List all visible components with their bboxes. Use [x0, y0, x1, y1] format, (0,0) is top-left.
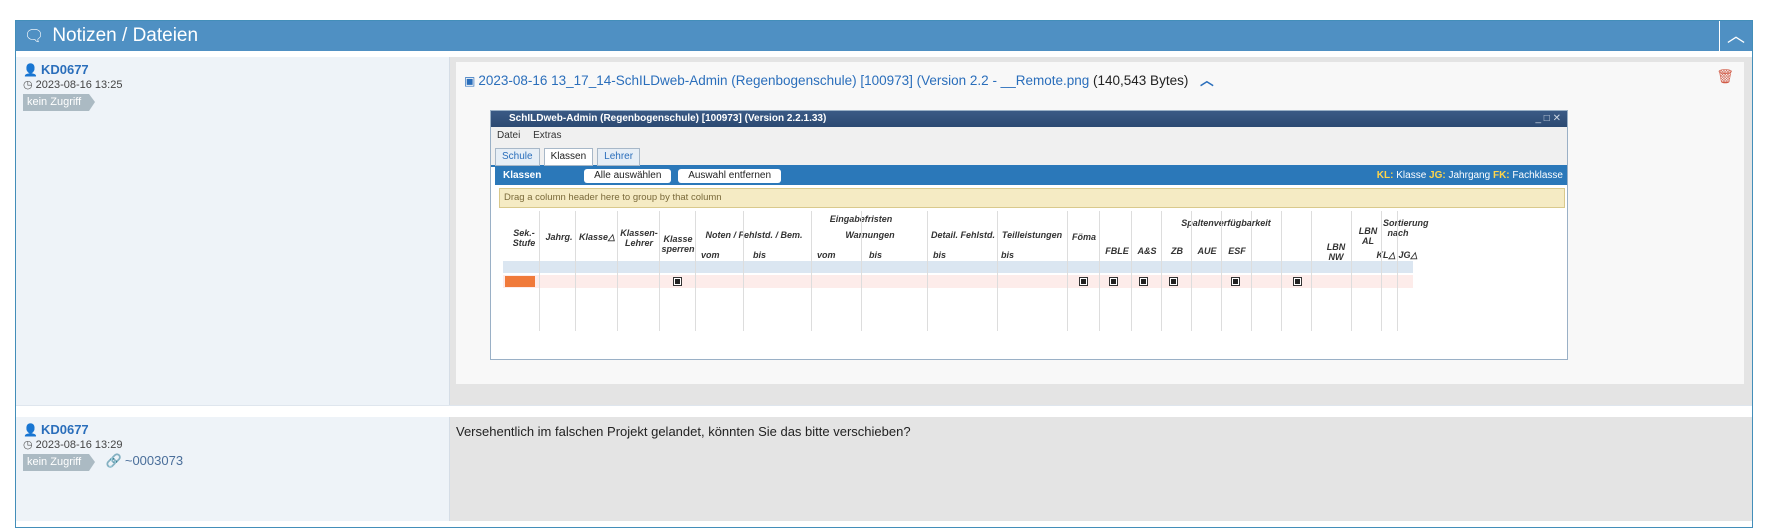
hdr-jg: JG△	[1398, 250, 1418, 260]
trash-icon[interactable]: 🗑	[1716, 68, 1734, 85]
hdr-sortierung: Sortierung nach	[1383, 218, 1429, 238]
hdr-detail: Detail. Fehlstd.	[930, 230, 995, 240]
panel-header: 🗨 Notizen / Dateien ︿	[16, 21, 1752, 51]
attachment-line: ▣ 2023-08-16 13_17_14-SchILDweb-Admin (Re…	[464, 69, 1214, 89]
hdr-esf: ESF	[1228, 246, 1246, 256]
access-badge: kein Zugriff	[23, 94, 96, 111]
preview-group-hint: Drag a column header here to group by th…	[499, 188, 1565, 208]
chevron-up-icon[interactable]: ︿	[1200, 73, 1214, 88]
hdr-kl: KL△	[1376, 250, 1396, 260]
notes-files-panel: 🗨 Notizen / Dateien ︿ 👤 KD0677 ◷ 2023-08-16…	[15, 20, 1753, 528]
user-icon: 👤	[23, 423, 38, 437]
access-badge: kein Zugriff	[23, 454, 96, 471]
hdr-jahrg: Jahrg.	[545, 232, 573, 242]
hdr-bis: bis	[1001, 250, 1015, 260]
checkbox	[1293, 277, 1302, 286]
preview-filter-row	[503, 261, 1413, 273]
hdr-warnungen: Warnungen	[845, 230, 895, 240]
note-meta: 👤 KD0677 ◷ 2023-08-16 13:29 kein Zugriff 🔗…	[16, 417, 450, 521]
note-content: ▣ 2023-08-16 13_17_14-SchILDweb-Admin (Re…	[450, 57, 1752, 405]
window-controls: _ □ ✕	[1535, 113, 1561, 124]
attachment-box: ▣ 2023-08-16 13_17_14-SchILDweb-Admin (Re…	[456, 62, 1744, 384]
preview-tab-schule: Schule	[495, 148, 540, 166]
hdr-noten: Noten / Fehlstd. / Bem.	[705, 230, 803, 240]
image-file-icon: ▣	[464, 74, 476, 88]
preview-row-marker	[505, 276, 535, 287]
hdr-klasse: Klasse△	[579, 232, 615, 242]
collapse-button[interactable]: ︿	[1719, 21, 1752, 51]
note-date: ◷ 2023-08-16 13:29	[23, 439, 123, 451]
hdr-aue: AUE	[1197, 246, 1217, 256]
attachment-size: (140,543 Bytes)	[1093, 73, 1189, 88]
note-meta: 👤 KD0677 ◷ 2023-08-16 13:25 kein Zugriff	[16, 57, 450, 405]
checkbox	[673, 277, 682, 286]
hdr-foema: Föma	[1071, 232, 1096, 242]
user-icon: 👤	[23, 63, 38, 77]
preview-tabs: Schule Klassen Lehrer	[491, 145, 1567, 167]
panel-title: 🗨 Notizen / Dateien	[24, 21, 198, 52]
preview-menu: Datei Extras	[491, 127, 1567, 145]
note-content: Versehentlich im falschen Projekt geland…	[450, 417, 1752, 521]
hdr-sek: Sek.-Stufe	[512, 228, 536, 248]
preview-data-row	[503, 275, 1413, 288]
hdr-zb: ZB	[1171, 246, 1183, 256]
clock-icon: ◷	[23, 79, 33, 91]
hdr-bis: bis	[869, 250, 883, 260]
hdr-lbn-al: LBN AL	[1358, 226, 1378, 246]
preview-window-title: SchILDweb-Admin (Regenbogenschule) [1009…	[491, 111, 1567, 127]
checkbox	[1079, 277, 1088, 286]
hdr-bis: bis	[933, 250, 947, 260]
checkbox	[1169, 277, 1178, 286]
preview-legend: KL: Klasse JG: Jahrgang FK: Fachklasse	[1376, 170, 1563, 181]
hdr-bis: bis	[753, 250, 767, 260]
preview-tab-lehrer: Lehrer	[597, 148, 641, 166]
note-date: ◷ 2023-08-16 13:25	[23, 79, 123, 91]
menu-datei: Datei	[497, 130, 521, 141]
menu-extras: Extras	[533, 130, 562, 141]
chevron-up-icon: ︿	[1727, 26, 1745, 46]
hdr-spalten: Spaltenverfügbarkeit	[1181, 218, 1271, 228]
preview-toolbar: Klassen Alle auswählen Auswahl entfernen…	[495, 167, 1567, 185]
preview-remove-selection: Auswahl entfernen	[678, 169, 782, 183]
checkbox	[1231, 277, 1240, 286]
note-author[interactable]: 👤 KD0677	[23, 63, 442, 78]
hdr-fble: FBLE	[1105, 246, 1129, 256]
hdr-klassenlehrer: Klassen-Lehrer	[620, 228, 658, 248]
hdr-lbn-nw: LBN NW	[1326, 242, 1346, 262]
hdr-teilleistungen: Teilleistungen	[1001, 230, 1063, 240]
preview-select-all: Alle auswählen	[584, 169, 672, 183]
note-text: Versehentlich im falschen Projekt geland…	[456, 424, 911, 439]
preview-tab-klassen: Klassen	[543, 148, 594, 166]
hdr-vom: vom	[817, 250, 836, 260]
clock-icon: ◷	[23, 439, 33, 451]
comments-icon: 🗨	[24, 28, 45, 45]
note-author[interactable]: 👤 KD0677	[23, 423, 442, 438]
hdr-as: A&S	[1137, 246, 1157, 256]
hdr-klasse-sperren: Klasse sperren	[661, 234, 695, 254]
note-reference[interactable]: 🔗 ~0003073	[106, 453, 183, 468]
hdr-vom: vom	[701, 250, 720, 260]
attachment-preview[interactable]: SchILDweb-Admin (Regenbogenschule) [1009…	[490, 110, 1568, 360]
note-row: 👤 KD0677 ◷ 2023-08-16 13:29 kein Zugriff 🔗…	[16, 417, 1752, 521]
attachment-link[interactable]: 2023-08-16 13_17_14-SchILDweb-Admin (Reg…	[478, 73, 1089, 88]
checkbox	[1139, 277, 1148, 286]
note-row: 👤 KD0677 ◷ 2023-08-16 13:25 kein Zugriff ▣…	[16, 57, 1752, 405]
checkbox	[1109, 277, 1118, 286]
link-icon: 🔗	[105, 452, 122, 468]
